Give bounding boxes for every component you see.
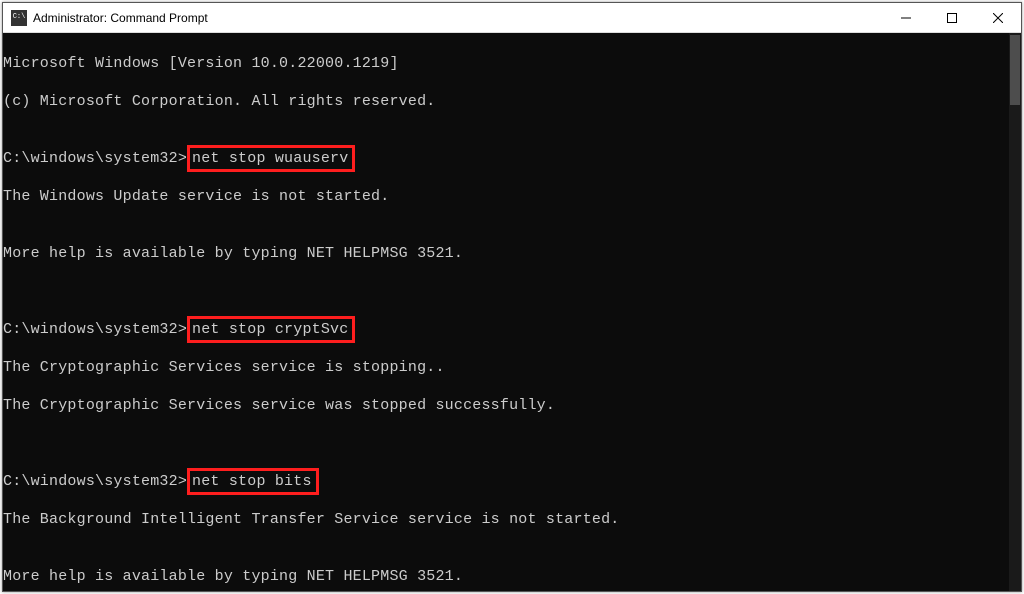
highlighted-command: net stop cryptSvc — [187, 316, 355, 343]
window-title: Administrator: Command Prompt — [33, 11, 208, 25]
close-icon — [993, 13, 1003, 23]
maximize-button[interactable] — [929, 3, 975, 33]
output-line: The Windows Update service is not starte… — [3, 187, 1009, 206]
output-line: The Cryptographic Services service was s… — [3, 396, 1009, 415]
highlighted-command: net stop wuauserv — [187, 145, 355, 172]
output-line: (c) Microsoft Corporation. All rights re… — [3, 92, 1009, 111]
scrollbar-thumb[interactable] — [1010, 35, 1020, 105]
maximize-icon — [947, 13, 957, 23]
command-line: C:\windows\system32>net stop cryptSvc — [3, 320, 1009, 339]
app-icon: C:\ — [11, 10, 27, 26]
terminal-output[interactable]: Microsoft Windows [Version 10.0.22000.12… — [3, 33, 1009, 591]
command-line: C:\windows\system32>net stop wuauserv — [3, 149, 1009, 168]
minimize-icon — [901, 13, 911, 23]
terminal-client-area: Microsoft Windows [Version 10.0.22000.12… — [3, 33, 1021, 591]
close-button[interactable] — [975, 3, 1021, 33]
output-line: More help is available by typing NET HEL… — [3, 244, 1009, 263]
output-line: The Cryptographic Services service is st… — [3, 358, 1009, 377]
highlighted-command: net stop bits — [187, 468, 319, 495]
scrollbar-track[interactable] — [1009, 33, 1021, 591]
output-line: The Background Intelligent Transfer Serv… — [3, 510, 1009, 529]
titlebar[interactable]: C:\ Administrator: Command Prompt — [3, 3, 1021, 33]
command-line: C:\windows\system32>net stop bits — [3, 472, 1009, 491]
minimize-button[interactable] — [883, 3, 929, 33]
output-line: Microsoft Windows [Version 10.0.22000.12… — [3, 54, 1009, 73]
output-line: More help is available by typing NET HEL… — [3, 567, 1009, 586]
command-prompt-window: C:\ Administrator: Command Prompt Micros… — [2, 2, 1022, 592]
